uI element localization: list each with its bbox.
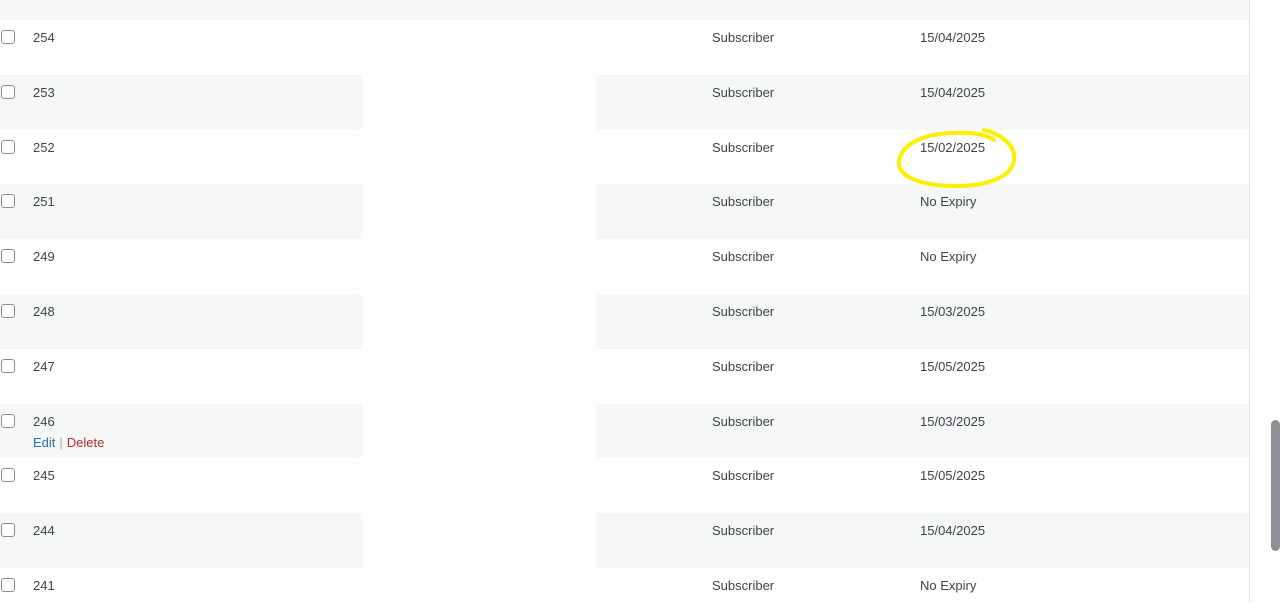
table-row: 249 Subscriber No Expiry xyxy=(0,239,1249,294)
expiry-date: 15/05/2025 xyxy=(920,468,986,484)
user-id: 254 xyxy=(33,30,55,45)
table-row: 253 Subscriber 15/04/2025 xyxy=(0,74,1249,130)
expiry-date: 15/04/2025 xyxy=(920,84,986,100)
edit-link[interactable]: Edit xyxy=(33,435,55,450)
row-background xyxy=(0,74,362,130)
users-table-body: 254 Subscriber 15/04/2025 253 Subscriber… xyxy=(0,20,1249,603)
expiry-date: 15/04/2025 xyxy=(920,523,986,539)
expiry-date: 15/03/2025 xyxy=(920,303,986,319)
table-row: 241 Subscriber No Expiry xyxy=(0,568,1249,603)
user-role: Subscriber xyxy=(712,577,775,593)
table-row-hovered: 246 Edit | Delete Subscriber 15/03/2025 xyxy=(0,403,1249,459)
user-id: 246 xyxy=(33,413,55,429)
user-role: Subscriber xyxy=(712,249,775,265)
delete-link[interactable]: Delete xyxy=(67,435,105,450)
row-checkbox[interactable] xyxy=(1,577,15,592)
row-checkbox[interactable] xyxy=(1,468,15,483)
expiry-date: No Expiry xyxy=(920,194,977,210)
expiry-date: 15/02/2025 xyxy=(920,139,986,155)
row-actions: Edit | Delete xyxy=(33,435,104,451)
table-row: 254 Subscriber 15/04/2025 xyxy=(0,20,1249,75)
user-id: 245 xyxy=(33,468,55,484)
user-role: Subscriber xyxy=(712,139,775,155)
row-background xyxy=(0,184,362,240)
user-id: 251 xyxy=(33,194,55,210)
user-id: 252 xyxy=(33,139,55,155)
user-id: 248 xyxy=(33,303,55,319)
user-role: Subscriber xyxy=(712,523,775,539)
row-checkbox[interactable] xyxy=(1,249,15,264)
user-role: Subscriber xyxy=(712,358,775,374)
scrollbar-thumb[interactable] xyxy=(1271,420,1280,551)
row-checkbox[interactable] xyxy=(1,139,15,154)
user-id: 244 xyxy=(33,523,55,539)
user-role: Subscriber xyxy=(712,30,775,45)
table-row: 244 Subscriber 15/04/2025 xyxy=(0,513,1249,568)
row-checkbox[interactable] xyxy=(1,358,15,373)
user-role: Subscriber xyxy=(712,303,775,319)
user-role: Subscriber xyxy=(712,413,775,429)
expiry-date: 15/05/2025 xyxy=(920,358,986,374)
row-background xyxy=(0,513,362,568)
row-checkbox[interactable] xyxy=(1,30,15,44)
row-checkbox[interactable] xyxy=(1,303,15,318)
users-table-viewport: 254 Subscriber 15/04/2025 253 Subscriber… xyxy=(0,0,1249,603)
expiry-date: 15/04/2025 xyxy=(920,30,986,45)
expiry-date: No Expiry xyxy=(920,577,977,593)
user-id: 241 xyxy=(33,577,55,593)
user-id: 249 xyxy=(33,249,55,265)
user-role: Subscriber xyxy=(712,194,775,210)
row-checkbox[interactable] xyxy=(1,413,15,428)
user-id: 247 xyxy=(33,358,55,374)
user-role: Subscriber xyxy=(712,468,775,484)
row-checkbox[interactable] xyxy=(1,523,15,538)
expiry-date: 15/03/2025 xyxy=(920,413,986,429)
row-background xyxy=(596,513,1249,568)
row-checkbox[interactable] xyxy=(1,194,15,209)
table-row: 247 Subscriber 15/05/2025 xyxy=(0,349,1249,404)
user-role: Subscriber xyxy=(712,84,775,100)
row-background xyxy=(596,403,1249,459)
row-background xyxy=(596,184,1249,240)
table-row: 248 Subscriber 15/03/2025 xyxy=(0,293,1249,349)
row-background xyxy=(596,74,1249,130)
actions-separator: | xyxy=(59,434,63,450)
previous-row-edge xyxy=(0,0,1249,20)
expiry-date: No Expiry xyxy=(920,249,977,265)
row-background xyxy=(0,293,362,349)
table-row: 252 Subscriber 15/02/2025 xyxy=(0,130,1249,185)
row-background xyxy=(596,293,1249,349)
user-id: 253 xyxy=(33,84,55,100)
table-row: 245 Subscriber 15/05/2025 xyxy=(0,458,1249,513)
row-checkbox[interactable] xyxy=(1,84,15,99)
table-row: 251 Subscriber No Expiry xyxy=(0,184,1249,240)
